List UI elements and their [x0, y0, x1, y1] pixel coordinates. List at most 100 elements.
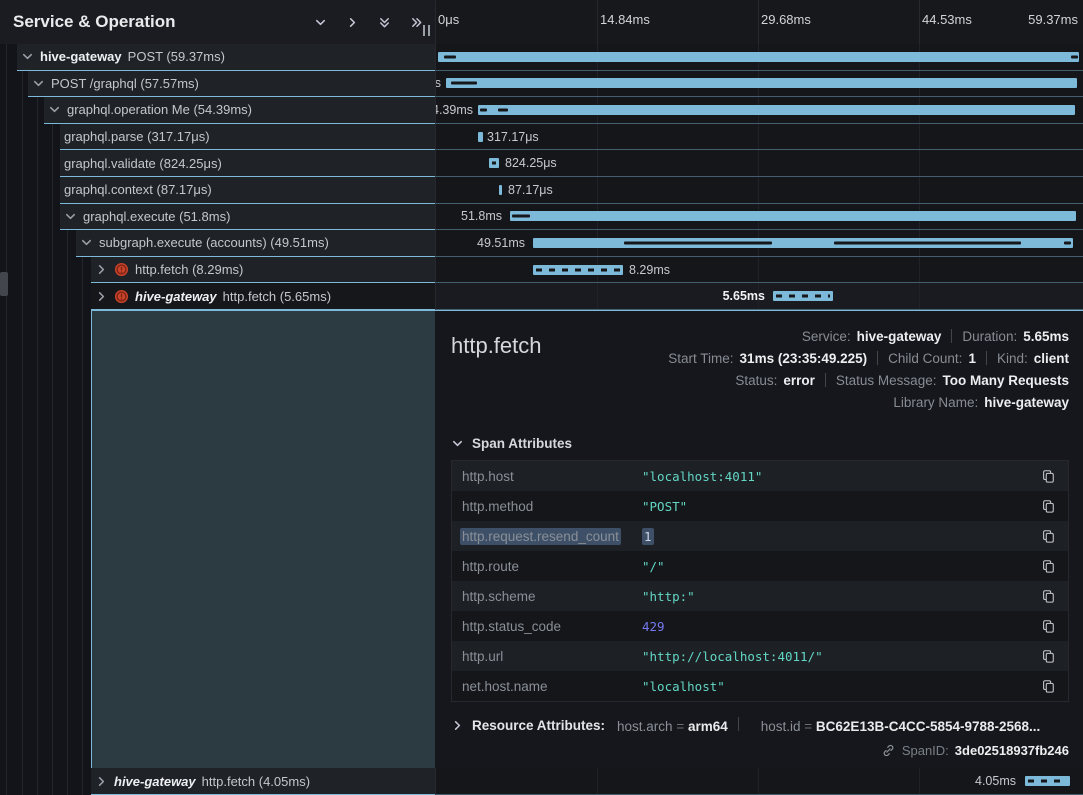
span-duration-label: 824.25μs — [505, 150, 557, 176]
span-timeline-cell: 51.8ms — [435, 204, 1083, 231]
span-meta-line: Status:errorStatus Message:Too Many Requ… — [735, 369, 1069, 391]
meta-label: Service: — [802, 329, 851, 344]
bottom-span-row-container: hive-gatewayhttp.fetch (4.05ms)4.05ms — [0, 768, 1083, 795]
span-bar[interactable] — [478, 105, 1075, 115]
child-span-mark — [1071, 55, 1078, 58]
span-timeline-cell: 5.65ms — [435, 283, 1083, 310]
meta-value: hive-gateway — [857, 329, 942, 344]
copy-icon[interactable] — [1038, 499, 1058, 513]
span-bar[interactable] — [1025, 776, 1070, 786]
span-duration-label: 49.51ms — [477, 230, 525, 256]
attribute-row[interactable]: http.route"/" — [452, 551, 1068, 581]
collapse-all-icon[interactable] — [375, 13, 393, 31]
copy-icon[interactable] — [1038, 679, 1058, 693]
child-span-mark — [480, 108, 487, 111]
span-row: http.fetch (8.29ms) 8.29ms — [0, 257, 1083, 284]
chevron-down-icon[interactable] — [32, 77, 45, 90]
span-tree-item[interactable]: graphql.parse (317.17μs) — [60, 124, 435, 151]
span-bar[interactable] — [510, 211, 1076, 221]
span-operation-label: graphql.parse (317.17μs) — [64, 129, 210, 144]
attribute-key: http.host — [462, 469, 642, 484]
copy-icon[interactable] — [1038, 619, 1058, 633]
span-tree-item[interactable]: subgraph.execute (accounts) (49.51ms) — [76, 230, 435, 257]
ruler-tick-label: 59.37ms — [1028, 12, 1078, 27]
meta-label: Status: — [735, 373, 777, 388]
span-attributes-header[interactable]: Span Attributes — [451, 436, 1069, 451]
span-bar[interactable] — [478, 132, 483, 142]
span-tree-item[interactable]: graphql.validate (824.25μs) — [60, 150, 435, 177]
span-bar[interactable] — [499, 185, 502, 195]
ruler-tick-label: 14.84ms — [600, 12, 650, 27]
span-tree-item[interactable]: graphql.execute (51.8ms) — [60, 204, 435, 231]
child-span-mark — [1064, 241, 1071, 244]
span-timeline-cell: 54.39ms — [435, 97, 1083, 124]
span-row: hive-gatewayPOST (59.37ms) — [0, 44, 1083, 71]
chevron-down-icon[interactable] — [80, 236, 93, 249]
copy-icon[interactable] — [1038, 529, 1058, 543]
span-tree-item[interactable]: hive-gatewayhttp.fetch (5.65ms) — [91, 283, 435, 310]
span-timeline-cell: 824.25μs — [435, 150, 1083, 177]
span-tree-item[interactable]: POST /graphql (57.57ms) — [28, 71, 435, 98]
copy-icon[interactable] — [1038, 589, 1058, 603]
chevron-right-icon[interactable] — [95, 290, 108, 303]
span-row: graphql.context (87.17μs) 87.17μs — [0, 177, 1083, 204]
span-id-value[interactable]: 3de02518937fb246 — [955, 743, 1069, 758]
span-bar[interactable] — [773, 291, 833, 301]
span-meta-line: Service:hive-gatewayDuration:5.65ms — [802, 325, 1069, 347]
panel-splitter-handle[interactable] — [419, 22, 433, 38]
span-timeline-cell: 57.57ms — [435, 71, 1083, 98]
collapse-one-icon[interactable] — [311, 13, 329, 31]
span-operation-label: graphql.operation Me (54.39ms) — [67, 102, 252, 117]
attribute-value: "http:" — [642, 589, 1038, 604]
chevron-down-icon[interactable] — [21, 50, 34, 63]
span-tree-item[interactable]: graphql.context (87.17μs) — [60, 177, 435, 204]
chevron-down-icon[interactable] — [48, 103, 61, 116]
expand-one-icon[interactable] — [343, 13, 361, 31]
span-tree-item[interactable]: http.fetch (8.29ms) — [91, 257, 435, 284]
attribute-row[interactable]: http.request.resend_count1 — [452, 521, 1068, 551]
chevron-right-icon[interactable] — [95, 263, 108, 276]
span-operation-label: http.fetch (5.65ms) — [223, 289, 331, 304]
span-attributes-title: Span Attributes — [472, 436, 572, 451]
span-bar[interactable] — [438, 52, 1079, 62]
span-timeline-cell: 8.29ms — [435, 257, 1083, 284]
scrollbar-thumb[interactable] — [0, 272, 8, 296]
chevron-down-icon[interactable] — [64, 210, 77, 223]
span-operation-label: graphql.validate (824.25μs) — [64, 156, 222, 171]
attribute-value: "localhost:4011" — [642, 469, 1038, 484]
meta-label: Child Count: — [888, 351, 962, 366]
span-timeline-cell: 317.17μs — [435, 124, 1083, 151]
span-bar[interactable] — [446, 78, 1077, 88]
attribute-row[interactable]: http.url"http://localhost:4011/" — [452, 641, 1068, 671]
attribute-row[interactable]: http.scheme"http:" — [452, 581, 1068, 611]
selected-span-highlight-area — [91, 310, 435, 768]
span-tree-item[interactable]: hive-gatewayPOST (59.37ms) — [17, 44, 435, 71]
copy-icon[interactable] — [1038, 649, 1058, 663]
meta-value: error — [783, 373, 815, 388]
resource-attributes-title: Resource Attributes: — [472, 718, 605, 733]
span-row: subgraph.execute (accounts) (49.51ms) 49.… — [0, 230, 1083, 257]
attribute-row[interactable]: http.method"POST" — [452, 491, 1068, 521]
attribute-value: "http://localhost:4011/" — [642, 649, 1038, 664]
span-duration-label: 54.39ms — [435, 97, 473, 123]
attribute-row[interactable]: net.host.name"localhost" — [452, 671, 1068, 701]
attribute-key: http.status_code — [462, 619, 642, 634]
resource-attributes-row[interactable]: Resource Attributes: host.arch = arm64ho… — [451, 717, 1069, 734]
span-tree-item[interactable]: hive-gatewayhttp.fetch (4.05ms) — [91, 768, 435, 795]
span-tree-item[interactable]: graphql.operation Me (54.39ms) — [44, 97, 435, 124]
span-bar[interactable] — [489, 158, 499, 168]
resource-attributes-preview: host.arch = arm64host.id = BC62E13B-C4CC… — [605, 717, 1040, 734]
span-bar[interactable] — [533, 265, 623, 275]
copy-icon[interactable] — [1038, 469, 1058, 483]
attribute-row[interactable]: http.status_code429 — [452, 611, 1068, 641]
link-icon[interactable] — [881, 743, 896, 758]
attribute-key: http.scheme — [462, 589, 642, 604]
span-duration-label: 87.17μs — [508, 177, 553, 203]
copy-icon[interactable] — [1038, 559, 1058, 573]
chevron-right-icon[interactable] — [95, 775, 108, 788]
timeline-ruler: 0μs14.84ms29.68ms44.53ms59.37ms — [435, 0, 1083, 44]
span-duration-label: 8.29ms — [629, 257, 670, 283]
child-span-mark — [498, 108, 508, 111]
attribute-row[interactable]: http.host"localhost:4011" — [452, 461, 1068, 491]
span-row: hive-gatewayhttp.fetch (5.65ms)5.65ms — [0, 283, 1083, 310]
